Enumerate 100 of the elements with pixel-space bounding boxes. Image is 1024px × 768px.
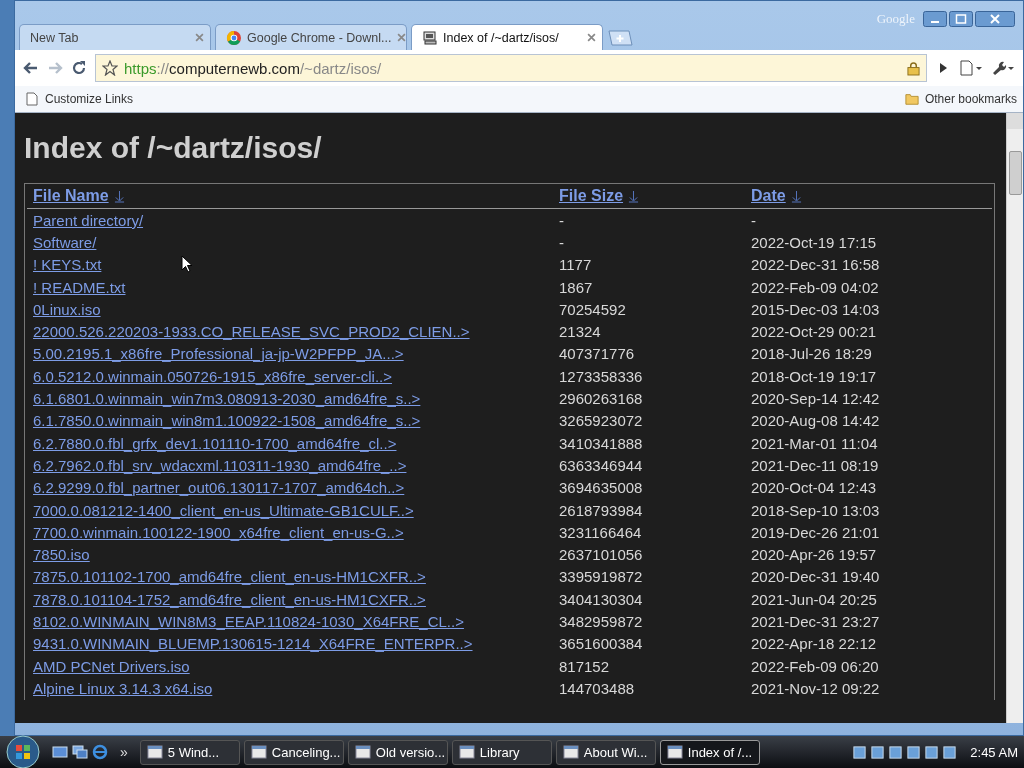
maximize-icon[interactable] <box>949 11 973 27</box>
star-icon[interactable] <box>102 60 118 76</box>
tray-icon[interactable] <box>906 744 922 760</box>
file-date: 2021-Dec-31 23:27 <box>751 613 880 630</box>
browser-tab[interactable]: Google Chrome - Downl... <box>215 24 407 50</box>
file-size: 3651600384 <box>559 635 643 653</box>
mouse-cursor-icon <box>181 255 193 273</box>
file-link[interactable]: ! README.txt <box>33 278 126 296</box>
file-size: 3410341888 <box>559 434 643 452</box>
address-bar[interactable]: https://computernewb.com/~dartz/isos/ <box>95 54 927 82</box>
file-date: 2020-Sep-14 12:42 <box>751 390 880 407</box>
file-link[interactable]: 5.00.2195.1_x86fre_Professional_ja-jp-W2PFPP_JA...> <box>33 345 404 363</box>
sort-arrow-icon[interactable] <box>790 189 802 203</box>
file-date: 2021-Nov-12 09:22 <box>751 679 880 697</box>
file-date: 2021-Jun-04 20:25 <box>751 590 877 608</box>
taskbar-button[interactable]: Library <box>451 739 552 765</box>
file-link[interactable]: 6.2.7962.0.fbl_srv_wdacxml.110311-1930_amd64fre_..> <box>33 456 407 474</box>
window-icon <box>458 744 475 760</box>
sort-arrow-icon[interactable] <box>628 189 640 203</box>
bookmark-link[interactable]: Customize Links <box>25 92 134 106</box>
switch-windows-icon[interactable] <box>72 744 88 760</box>
file-size: 2618793984 <box>559 501 643 519</box>
taskbar-button[interactable]: 5 Wind... <box>139 739 240 765</box>
file-size: 21324 <box>559 323 601 341</box>
chrome-logo-icon <box>226 29 242 46</box>
file-date: 2022-Feb-09 04:02 <box>751 278 879 296</box>
browser-tab[interactable]: Index of /~dartz/isos/ <box>411 24 603 50</box>
browser-tab[interactable]: New Tab <box>19 24 211 50</box>
window-icon <box>354 744 371 760</box>
file-link[interactable]: Software/ <box>33 233 97 251</box>
file-link[interactable]: 9431.0.WINMAIN_BLUEMP.130615-1214_X64FRE_ENTERPR..> <box>33 635 473 653</box>
start-button-icon[interactable] <box>6 735 40 768</box>
file-size: 70254592 <box>559 300 626 318</box>
file-link[interactable]: 7850.iso <box>33 546 90 564</box>
file-size: 3694635008 <box>559 479 643 497</box>
close-icon[interactable] <box>975 11 1015 27</box>
file-size: 144703488 <box>559 679 635 697</box>
page-icon <box>25 92 39 106</box>
lock-icon <box>907 60 920 76</box>
file-link[interactable]: 6.1.6801.0.winmain_win7m3.080913-2030_amd64fre_s..> <box>33 390 421 407</box>
file-link[interactable]: 6.0.5212.0.winmain.050726-1915_x86fre_server-cli..> <box>33 367 392 385</box>
tray-icon[interactable] <box>852 744 868 760</box>
brand-label: Google <box>876 11 915 27</box>
desktop-icon[interactable] <box>52 744 68 760</box>
wrench-icon[interactable] <box>991 60 1015 76</box>
tray-icon[interactable] <box>942 744 958 760</box>
tray-icon[interactable] <box>870 744 886 760</box>
file-link[interactable]: AMD PCNet Drivers.iso <box>33 657 190 675</box>
window-icon <box>250 744 267 760</box>
file-link[interactable]: 22000.526.220203-1933.CO_RELEASE_SVC_PROD2_CLIEN..> <box>33 323 470 341</box>
taskbar-button[interactable]: About Wi... <box>555 739 656 765</box>
file-date: 2021-Mar-01 11:04 <box>751 434 878 452</box>
sort-arrow-icon[interactable] <box>113 189 125 203</box>
file-link[interactable]: Parent directory/ <box>33 211 144 229</box>
scrollbar[interactable] <box>1006 113 1023 723</box>
computer-icon <box>422 29 438 46</box>
file-link[interactable]: 7878.0.101104-1752_amd64fre_client_en-us-HM1CXFR..> <box>33 590 426 608</box>
file-date: 2022-Feb-09 06:20 <box>751 657 879 675</box>
file-link[interactable]: 6.1.7850.0.winmain_win8m1.100922-1508_amd64fre_s..> <box>33 412 421 430</box>
file-size: 3482959872 <box>559 613 643 630</box>
file-link[interactable]: 6.2.9299.0.fbl_partner_out06.130117-1707_amd64ch..> <box>33 479 405 497</box>
file-size: 3231166464 <box>559 523 642 541</box>
minimize-icon[interactable] <box>923 11 947 27</box>
taskbar-button[interactable]: Old versio... <box>347 739 448 765</box>
file-date: 2018-Jul-26 18:29 <box>751 345 872 363</box>
taskbar-button[interactable]: Index of /... <box>659 739 760 765</box>
file-link[interactable]: 7000.0.081212-1400_client_en-us_Ultimate-GB1CULF..> <box>33 501 414 519</box>
file-date: 2020-Oct-04 12:43 <box>751 479 877 497</box>
file-size: 817152 <box>559 657 610 675</box>
other-bookmarks-button[interactable]: Other bookmarks <box>904 92 1017 106</box>
clock: 2:45 AM <box>970 744 1018 760</box>
file-size: 1867 <box>559 278 593 296</box>
file-link[interactable]: 7700.0.winmain.100122-1900_x64fre_client_en-us-G..> <box>33 523 404 541</box>
file-link[interactable]: 7875.0.101102-1700_amd64fre_client_en-us-HM1CXFR..> <box>33 568 426 586</box>
column-header-link[interactable]: File Name <box>33 187 109 205</box>
file-link[interactable]: ! KEYS.txt <box>33 256 102 274</box>
reload-icon[interactable] <box>71 60 87 76</box>
file-size: 6363346944 <box>559 456 643 474</box>
tray-icon[interactable] <box>924 744 940 760</box>
column-header-link[interactable]: Date <box>751 187 786 205</box>
file-link[interactable]: 8102.0.WINMAIN_WIN8M3_EEAP.110824-1030_X64FRE_CL..> <box>33 613 464 630</box>
window-icon <box>146 744 163 760</box>
new-tab-icon[interactable] <box>607 30 633 46</box>
file-date: 2022-Oct-19 17:15 <box>751 233 877 251</box>
close-tab-icon[interactable] <box>587 33 596 42</box>
file-link[interactable]: Alpine Linux 3.14.3 x64.iso <box>33 679 213 697</box>
folder-icon <box>904 92 919 106</box>
file-size: 3404130304 <box>559 590 643 608</box>
taskbar-button[interactable]: Canceling... <box>243 739 344 765</box>
file-date: 2020-Apr-26 19:57 <box>751 546 877 564</box>
file-link[interactable]: 6.2.7880.0.fbl_grfx_dev1.101110-1700_amd64fre_cl..> <box>33 434 397 452</box>
file-date: - <box>751 211 756 229</box>
file-date: 2020-Dec-31 19:40 <box>751 568 880 586</box>
page-menu-icon[interactable] <box>959 60 983 76</box>
back-icon[interactable] <box>23 60 39 76</box>
tray-icon[interactable] <box>888 744 904 760</box>
more-button[interactable]: » <box>120 744 128 760</box>
file-link[interactable]: 0Linux.iso <box>33 300 101 318</box>
file-size: 407371776 <box>559 345 635 363</box>
column-header-link[interactable]: File Size <box>559 187 624 205</box>
